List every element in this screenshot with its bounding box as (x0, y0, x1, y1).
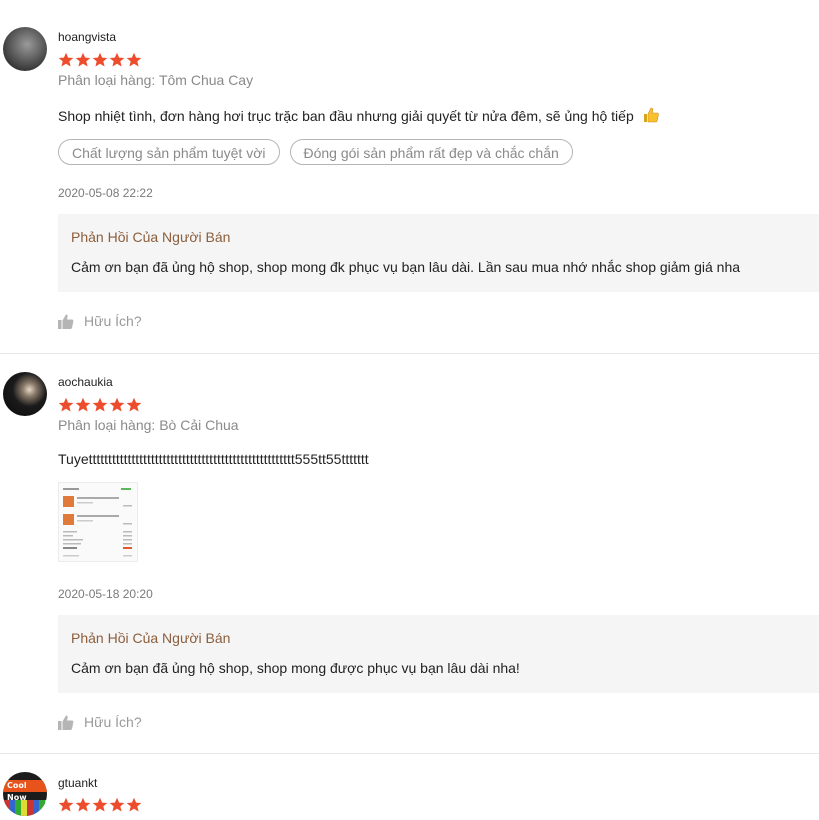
seller-reply-text: Cảm ơn bạn đã ủng hộ shop, shop mong đượ… (71, 660, 520, 676)
star-icon (92, 797, 108, 812)
helpful-button[interactable]: Hữu Ích? (58, 714, 142, 730)
seller-reply: Phản Hồi Của Người Bán Cảm ơn bạn đã ủng… (58, 214, 819, 292)
review-photo-thumbnail[interactable] (58, 482, 138, 562)
star-icon (75, 397, 91, 412)
star-icon (92, 397, 108, 412)
star-icon (126, 52, 142, 67)
star-rating (58, 797, 142, 813)
star-icon (75, 52, 91, 67)
thumbs-up-icon (58, 314, 74, 329)
star-rating (58, 52, 142, 68)
seller-reply: Phản Hồi Của Người Bán Cảm ơn bạn đã ủng… (58, 615, 819, 693)
seller-reply-title: Phản Hồi Của Người Bán (71, 630, 231, 646)
star-icon (58, 52, 74, 67)
star-rating (58, 397, 142, 413)
avatar-pattern (3, 800, 47, 816)
product-variation: Phân loại hàng: Bò Cải Chua (58, 417, 239, 433)
star-icon (58, 797, 74, 812)
star-icon (58, 397, 74, 412)
star-icon (109, 797, 125, 812)
seller-reply-text: Cảm ơn bạn đã ủng hộ shop, shop mong đk … (71, 259, 741, 275)
review-item: aochaukia Phân loại hàng: Bò Cải Chua Tu… (0, 354, 819, 754)
review-item: Cool Now gtuankt (0, 754, 819, 820)
username[interactable]: gtuankt (58, 776, 97, 790)
helpful-button[interactable]: Hữu Ích? (58, 313, 142, 329)
helpful-label: Hữu Ích? (84, 313, 142, 329)
avatar[interactable] (3, 372, 47, 416)
avatar[interactable]: Cool Now (3, 772, 47, 816)
star-icon (126, 797, 142, 812)
review-comment-text: Shop nhiệt tình, đơn hàng hơi trục trặc … (58, 108, 634, 124)
star-icon (126, 397, 142, 412)
seller-reply-title: Phản Hồi Của Người Bán (71, 229, 231, 245)
thumbs-up-emoji-icon (643, 107, 659, 123)
star-icon (75, 797, 91, 812)
review-timestamp: 2020-05-18 20:20 (58, 587, 153, 601)
username[interactable]: hoangvista (58, 30, 116, 44)
review-timestamp: 2020-05-08 22:22 (58, 186, 153, 200)
review-comment: Tuyetttttttttttttttttttttttttttttttttttt… (58, 451, 369, 467)
star-icon (109, 52, 125, 67)
avatar[interactable] (3, 27, 47, 71)
thumbs-up-icon (58, 715, 74, 730)
review-comment: Shop nhiệt tình, đơn hàng hơi trục trặc … (58, 106, 660, 124)
product-variation: Phân loại hàng: Tôm Chua Cay (58, 72, 254, 88)
review-item: hoangvista Phân loại hàng: Tôm Chua Cay … (0, 0, 819, 354)
review-tag: Chất lượng sản phẩm tuyệt vời (58, 139, 280, 165)
star-icon (92, 52, 108, 67)
review-tags: Chất lượng sản phẩm tuyệt vời Đóng gói s… (58, 139, 573, 165)
star-icon (109, 397, 125, 412)
receipt-screenshot-image (59, 483, 137, 561)
username[interactable]: aochaukia (58, 375, 113, 389)
helpful-label: Hữu Ích? (84, 714, 142, 730)
review-tag: Đóng gói sản phẩm rất đẹp và chắc chắn (289, 139, 573, 165)
